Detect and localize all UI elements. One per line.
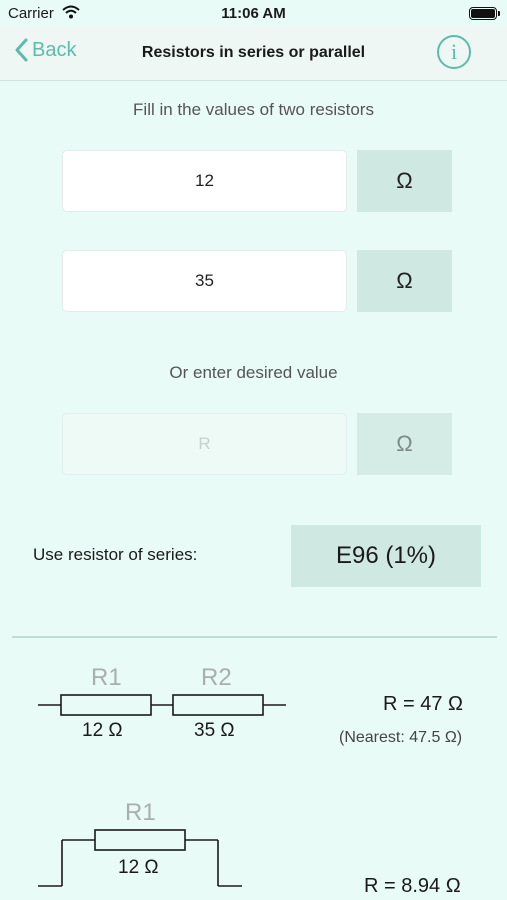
series-circuit-drawing [38, 694, 286, 716]
parallel-result: R = 8.94 Ω [364, 875, 461, 897]
parallel-r1-value: 12 Ω [118, 857, 159, 878]
parallel-r1-label: R1 [125, 799, 156, 826]
circuit-diagrams [38, 694, 286, 887]
series-r2-label: R2 [201, 664, 232, 691]
series-r1-label: R1 [91, 664, 122, 691]
series-nearest: (Nearest: 47.5 Ω) [339, 729, 463, 746]
series-result: R = 47 Ω [383, 693, 463, 715]
series-r1-value: 12 Ω [82, 720, 123, 741]
series-r2-value: 35 Ω [194, 720, 235, 741]
